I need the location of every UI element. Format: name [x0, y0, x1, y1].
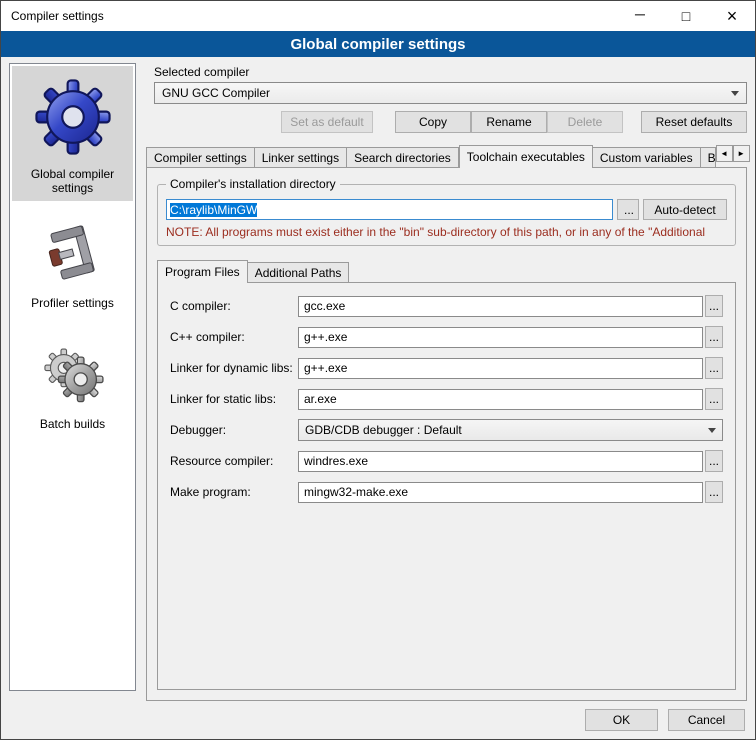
browse-dynamic-linker-button[interactable]: ...	[705, 357, 723, 379]
debugger-row: Debugger: GDB/CDB debugger : Default	[170, 419, 723, 441]
compiler-select-value: GNU GCC Compiler	[162, 86, 270, 100]
c-compiler-row: C compiler: gcc.exe ...	[170, 295, 723, 317]
sidebar-item-label: Global compiler settings	[14, 167, 131, 195]
compiler-select[interactable]: GNU GCC Compiler	[154, 82, 747, 104]
set-as-default-button[interactable]: Set as default	[281, 111, 373, 133]
field-value: g++.exe	[304, 361, 347, 375]
blue-gear-icon	[30, 74, 116, 160]
dynamic-linker-row: Linker for dynamic libs: g++.exe ...	[170, 357, 723, 379]
sidebar-item-label: Batch builds	[40, 417, 105, 431]
maximize-icon: □	[682, 8, 690, 24]
field-value: gcc.exe	[304, 299, 345, 313]
field-value: mingw32-make.exe	[304, 485, 408, 499]
dialog-footer: OK Cancel	[1, 701, 755, 739]
resource-compiler-row: Resource compiler: windres.exe ...	[170, 450, 723, 472]
field-value: GDB/CDB debugger : Default	[305, 423, 462, 437]
field-label: Linker for static libs:	[170, 392, 298, 406]
tab-custom-variables[interactable]: Custom variables	[593, 147, 701, 167]
sidebar-item-profiler-settings[interactable]: Profiler settings	[12, 215, 133, 316]
static-linker-row: Linker for static libs: ar.exe ...	[170, 388, 723, 410]
program-files-panel: C compiler: gcc.exe ... C++ compiler: g+…	[157, 282, 736, 690]
browse-directory-button[interactable]: ...	[617, 199, 639, 220]
title-bar: Compiler settings ─ □ ×	[1, 1, 755, 31]
profiler-clamp-icon	[42, 223, 104, 289]
tab-scroll-left-icon[interactable]: ◄	[716, 145, 733, 162]
static-linker-input[interactable]: ar.exe	[298, 389, 703, 410]
close-button[interactable]: ×	[709, 1, 755, 31]
rename-button[interactable]: Rename	[471, 111, 547, 133]
installation-directory-label: Compiler's installation directory	[166, 177, 340, 191]
window-controls: ─ □ ×	[617, 1, 755, 31]
ok-button[interactable]: OK	[585, 709, 658, 731]
minimize-icon: ─	[635, 6, 645, 22]
browse-resource-compiler-button[interactable]: ...	[705, 450, 723, 472]
field-value: windres.exe	[304, 454, 368, 468]
installation-directory-input[interactable]: C:\raylib\MinGW	[166, 199, 613, 220]
browse-c-compiler-button[interactable]: ...	[705, 295, 723, 317]
installation-directory-value: C:\raylib\MinGW	[170, 203, 257, 217]
minimize-button[interactable]: ─	[617, 1, 663, 31]
tab-toolchain-executables[interactable]: Toolchain executables	[459, 145, 593, 168]
field-label: C++ compiler:	[170, 330, 298, 344]
tab-search-directories[interactable]: Search directories	[347, 147, 459, 167]
c-compiler-input[interactable]: gcc.exe	[298, 296, 703, 317]
sidebar-item-label: Profiler settings	[31, 296, 114, 310]
dialog-body: Global compiler settings Profiler settin…	[1, 57, 755, 701]
subtab-program-files[interactable]: Program Files	[157, 260, 248, 283]
main-panel: Selected compiler GNU GCC Compiler Set a…	[146, 63, 747, 701]
cpp-compiler-input[interactable]: g++.exe	[298, 327, 703, 348]
dynamic-linker-input[interactable]: g++.exe	[298, 358, 703, 379]
auto-detect-button[interactable]: Auto-detect	[643, 199, 727, 220]
cancel-button[interactable]: Cancel	[668, 709, 745, 731]
settings-tab-strip: Compiler settings Linker settings Search…	[146, 145, 747, 167]
installation-directory-row: C:\raylib\MinGW ... Auto-detect	[166, 199, 727, 220]
subtab-additional-paths[interactable]: Additional Paths	[248, 262, 350, 282]
page-title: Global compiler settings	[1, 31, 755, 57]
browse-cpp-compiler-button[interactable]: ...	[705, 326, 723, 348]
field-value: g++.exe	[304, 330, 347, 344]
settings-category-list: Global compiler settings Profiler settin…	[9, 63, 136, 691]
installation-directory-group: Compiler's installation directory C:\ray…	[157, 184, 736, 246]
field-label: Linker for dynamic libs:	[170, 361, 298, 375]
tab-scroll-buttons: ◄ ►	[716, 145, 750, 162]
field-label: Make program:	[170, 485, 298, 499]
compiler-settings-window: Compiler settings ─ □ × Global compiler …	[0, 0, 756, 740]
selected-compiler-section: Selected compiler GNU GCC Compiler Set a…	[146, 63, 747, 133]
field-label: Resource compiler:	[170, 454, 298, 468]
gray-gears-icon	[33, 338, 113, 410]
reset-defaults-button[interactable]: Reset defaults	[641, 111, 747, 133]
debugger-select[interactable]: GDB/CDB debugger : Default	[298, 419, 723, 441]
copy-button[interactable]: Copy	[395, 111, 471, 133]
sidebar-item-batch-builds[interactable]: Batch builds	[12, 330, 133, 437]
tab-linker-settings[interactable]: Linker settings	[255, 147, 347, 167]
sidebar-item-global-compiler-settings[interactable]: Global compiler settings	[12, 66, 133, 201]
make-program-row: Make program: mingw32-make.exe ...	[170, 481, 723, 503]
tab-scroll-right-icon[interactable]: ►	[733, 145, 750, 162]
tab-build-options-truncated[interactable]: Buil	[701, 147, 716, 167]
close-icon: ×	[727, 6, 738, 27]
cpp-compiler-row: C++ compiler: g++.exe ...	[170, 326, 723, 348]
tab-compiler-settings[interactable]: Compiler settings	[146, 147, 255, 167]
browse-static-linker-button[interactable]: ...	[705, 388, 723, 410]
chevron-down-icon	[708, 428, 716, 433]
compiler-buttons-row: Set as default Copy Rename Delete Reset …	[154, 111, 747, 133]
maximize-button[interactable]: □	[663, 1, 709, 31]
browse-make-program-button[interactable]: ...	[705, 481, 723, 503]
program-files-tab-strip: Program Files Additional Paths	[157, 260, 736, 282]
field-value: ar.exe	[304, 392, 337, 406]
window-title: Compiler settings	[1, 9, 104, 23]
selected-compiler-label: Selected compiler	[154, 65, 747, 79]
chevron-down-icon	[731, 91, 739, 96]
make-program-input[interactable]: mingw32-make.exe	[298, 482, 703, 503]
bin-subdirectory-note: NOTE: All programs must exist either in …	[166, 225, 727, 239]
delete-button[interactable]: Delete	[547, 111, 623, 133]
toolchain-executables-panel: Compiler's installation directory C:\ray…	[146, 167, 747, 701]
resource-compiler-input[interactable]: windres.exe	[298, 451, 703, 472]
field-label: Debugger:	[170, 423, 298, 437]
field-label: C compiler:	[170, 299, 298, 313]
